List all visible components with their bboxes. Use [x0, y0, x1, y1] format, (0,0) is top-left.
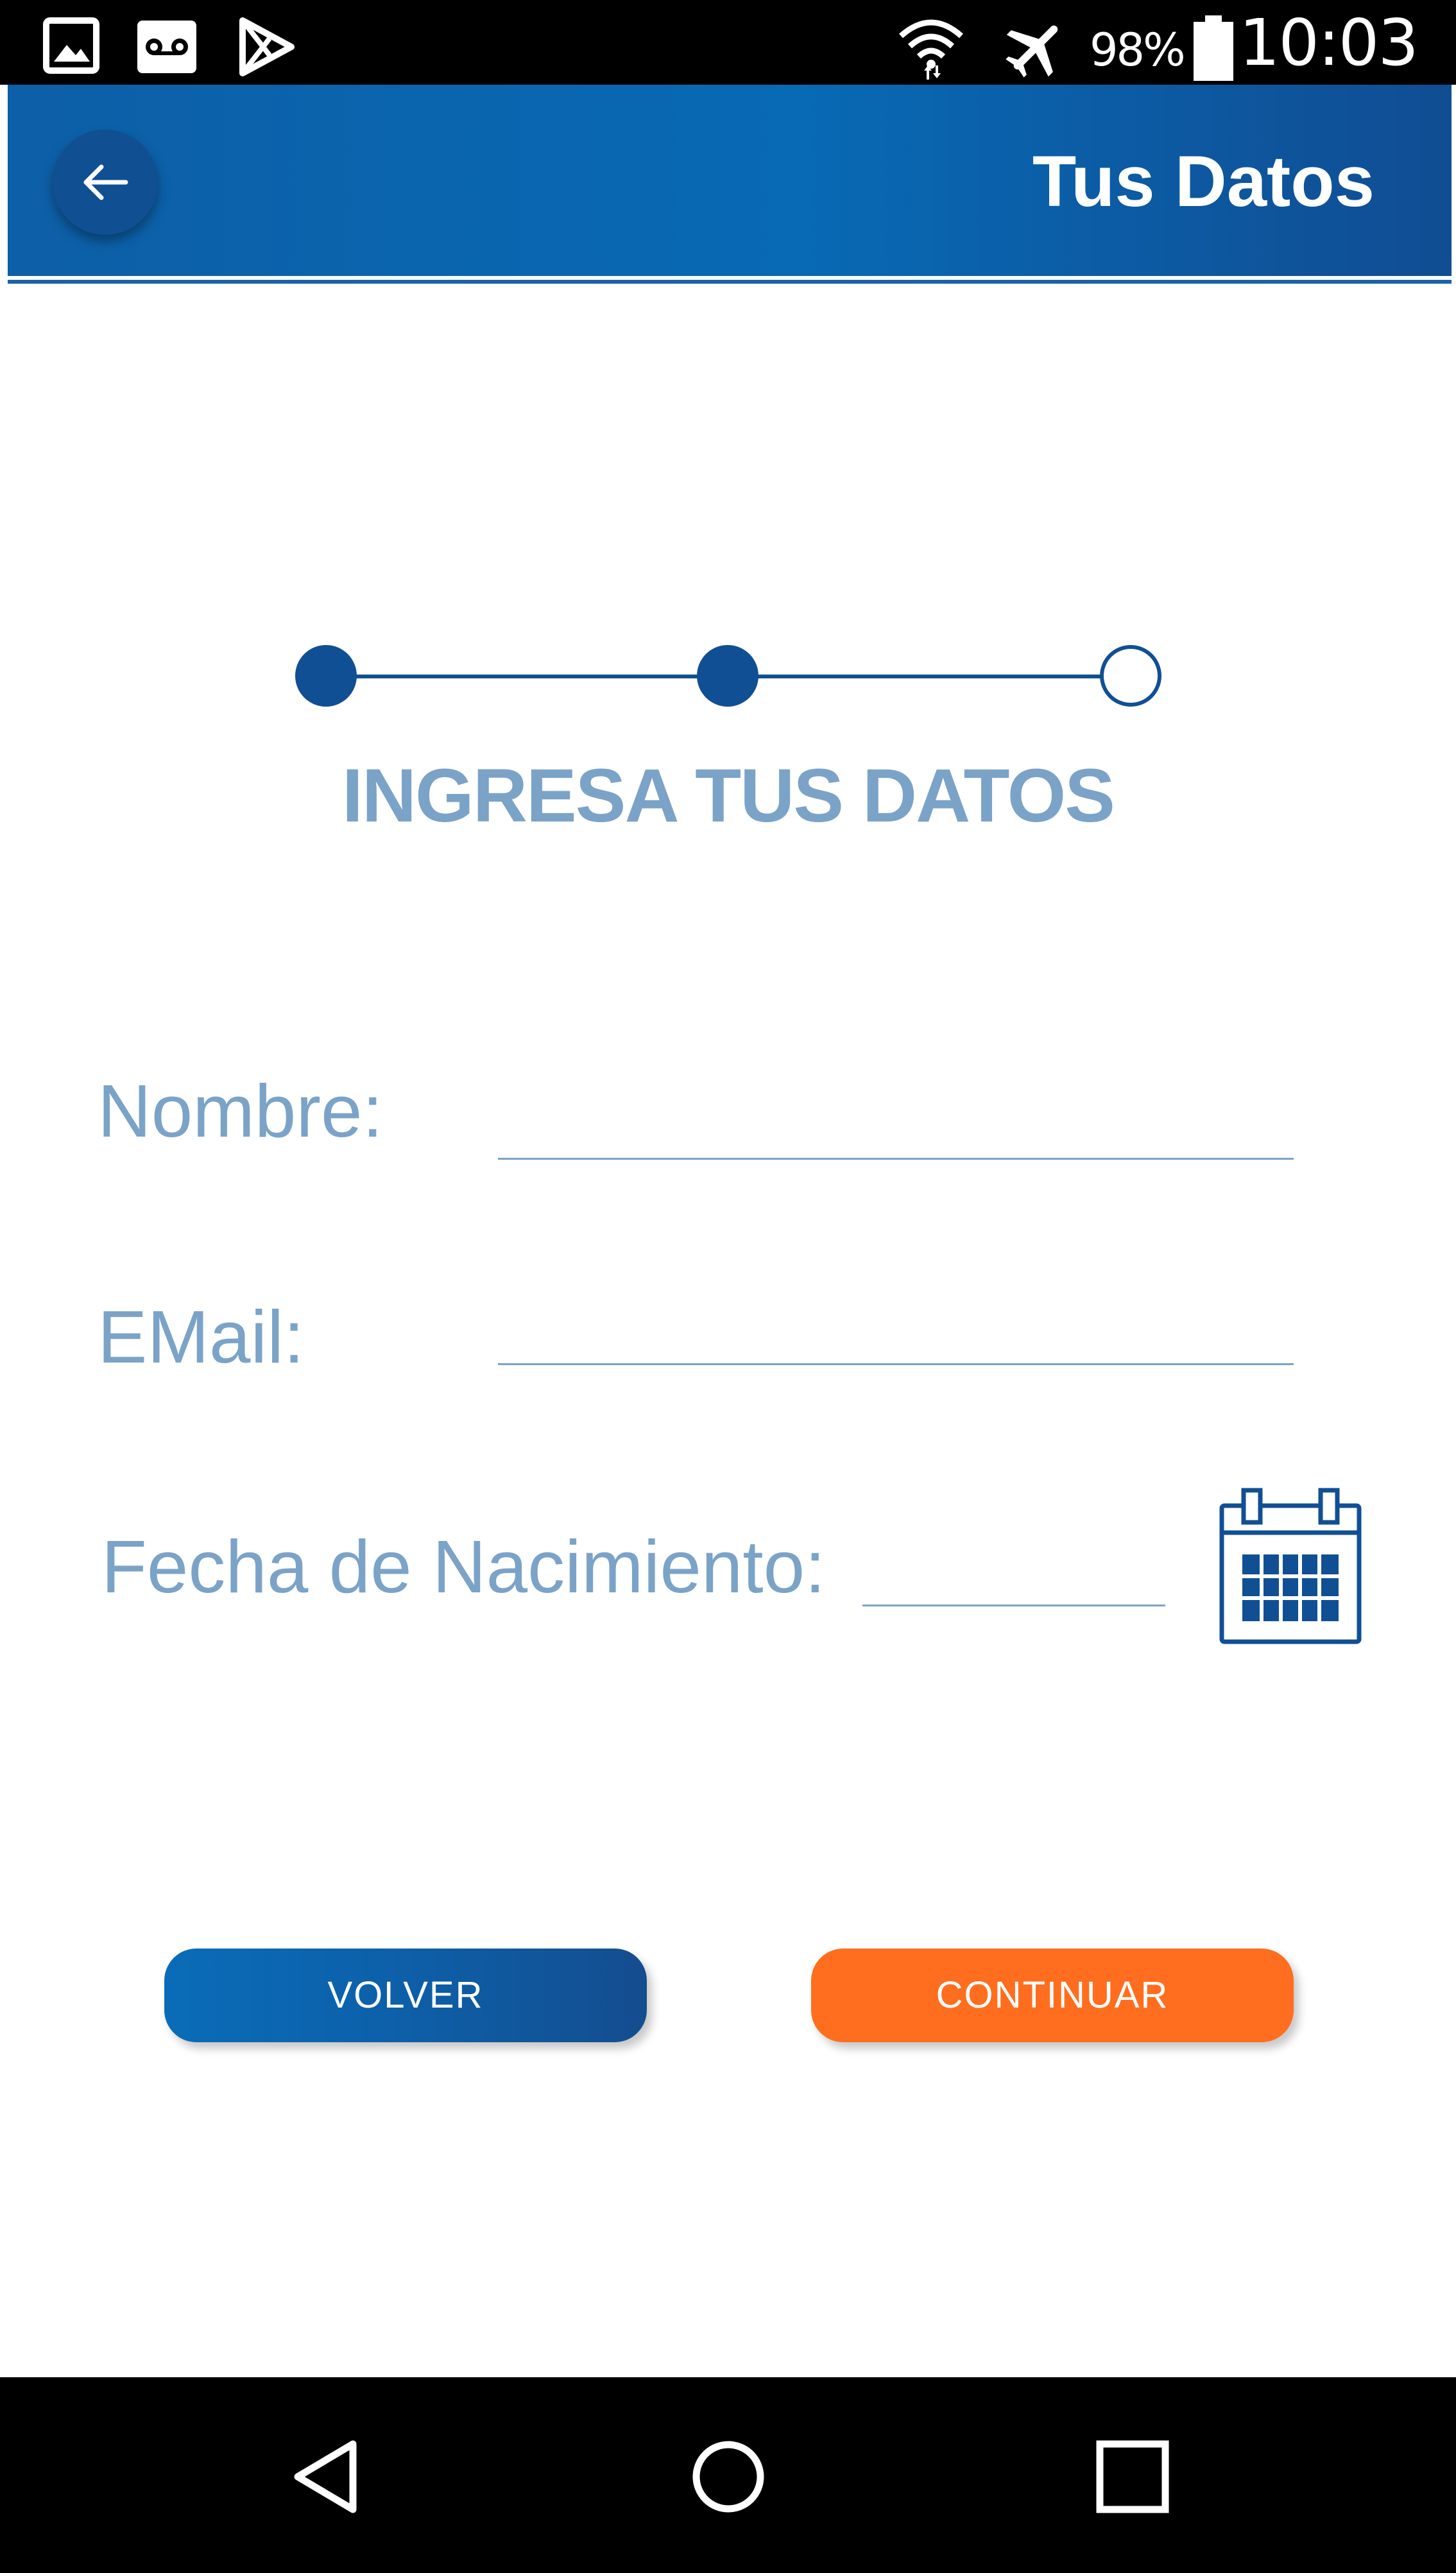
birthdate-label: Fecha de Nacimiento:	[101, 1525, 826, 1608]
email-underline	[498, 1363, 1294, 1365]
arrow-left-icon	[83, 164, 128, 200]
birthdate-input[interactable]	[864, 1531, 1165, 1602]
name-label: Nombre:	[98, 1069, 383, 1153]
step-3-pending	[1100, 645, 1161, 707]
battery-icon	[1194, 15, 1233, 81]
nav-back-icon	[294, 2440, 357, 2513]
play-store-icon	[239, 17, 295, 76]
back-button[interactable]	[53, 130, 158, 235]
step-connector	[728, 675, 1131, 678]
email-input[interactable]	[501, 1290, 1294, 1361]
progress-stepper	[295, 645, 1161, 709]
birthdate-underline	[862, 1605, 1165, 1606]
section-title: INGRESA TUS DATOS	[342, 753, 1115, 838]
page-title: Tus Datos	[1032, 141, 1375, 221]
name-underline	[498, 1158, 1294, 1160]
nav-home-icon	[692, 2441, 764, 2513]
status-bar: 98% 10:03	[0, 0, 1456, 85]
calendar-icon	[1219, 1488, 1362, 1644]
wifi-icon	[899, 19, 963, 80]
step-1-complete	[295, 645, 357, 707]
name-input[interactable]	[501, 1085, 1294, 1155]
email-label: EMail:	[98, 1295, 305, 1379]
app-bar-divider	[8, 280, 1452, 284]
nav-recents-button[interactable]	[1091, 2435, 1174, 2518]
airplane-mode-icon	[1006, 25, 1058, 78]
voicemail-icon	[137, 21, 196, 73]
back-action-button[interactable]: VOLVER	[164, 1949, 647, 2042]
gallery-icon	[43, 17, 99, 74]
continue-button[interactable]: CONTINUAR	[811, 1949, 1294, 2042]
app-bar: Tus Datos	[8, 85, 1452, 276]
nav-home-button[interactable]	[687, 2435, 770, 2518]
navigation-bar	[0, 2377, 1456, 2573]
nav-recents-icon	[1096, 2440, 1169, 2513]
battery-percent: 98%	[1090, 24, 1186, 76]
calendar-button[interactable]	[1219, 1488, 1362, 1644]
step-2-complete	[697, 645, 758, 707]
status-time: 10:03	[1238, 5, 1419, 80]
nav-back-button[interactable]	[286, 2435, 370, 2518]
step-connector	[326, 675, 728, 678]
